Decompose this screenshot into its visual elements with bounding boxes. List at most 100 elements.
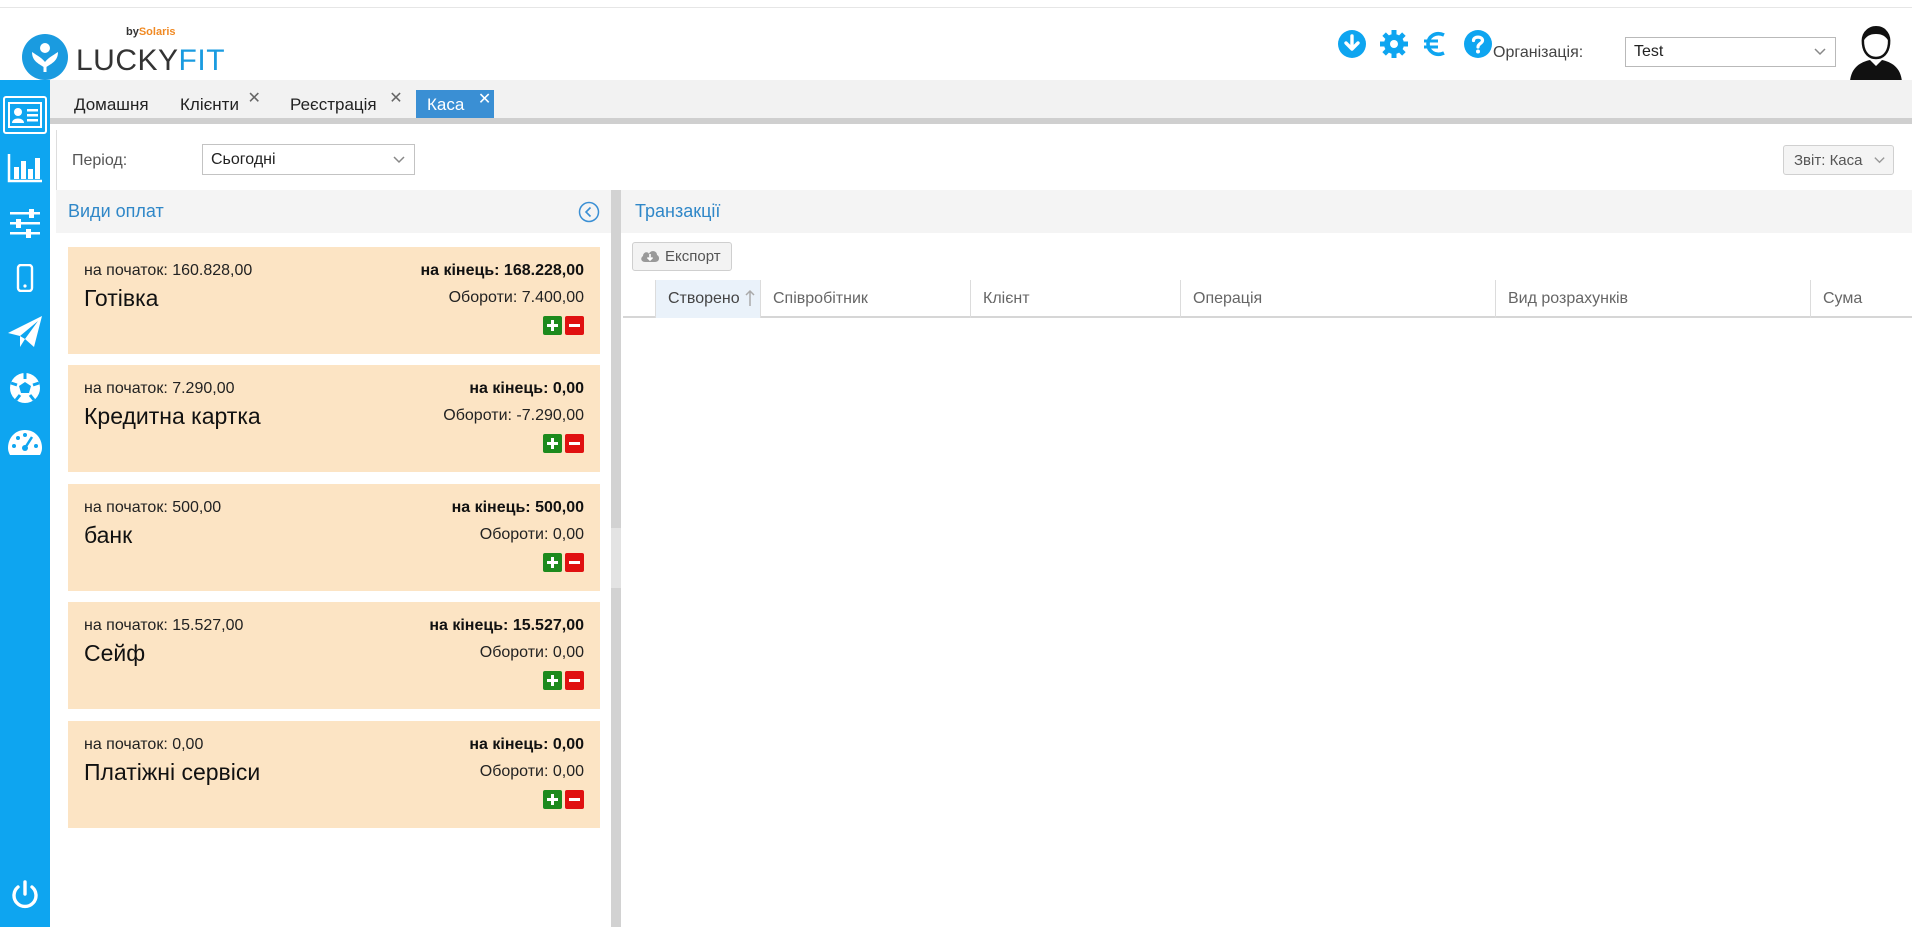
- user-avatar[interactable]: [1846, 22, 1906, 82]
- column-header-label: Вид розрахунків: [1508, 290, 1629, 307]
- column-header-label: Операція: [1193, 290, 1263, 307]
- plus-icon[interactable]: [543, 434, 562, 453]
- panel-title: Транзакції: [635, 201, 721, 221]
- gear-icon[interactable]: [1378, 28, 1410, 60]
- end-balance: на кінець: 168.228,00: [420, 262, 584, 279]
- start-balance: на початок: 0,00: [84, 736, 204, 753]
- collapse-left-icon[interactable]: [578, 201, 600, 228]
- tab-label: Каса: [427, 95, 465, 114]
- logo-mark: [22, 34, 68, 80]
- minus-icon[interactable]: [565, 553, 584, 572]
- tab-home[interactable]: Домашня: [74, 90, 149, 118]
- header-actions: [1336, 28, 1494, 62]
- payment-card-cash[interactable]: на початок: 160.828,00 Готівка на кінець…: [68, 247, 600, 354]
- ball-icon[interactable]: [0, 363, 50, 413]
- dashboard-icon[interactable]: [0, 417, 50, 467]
- payment-type-name: Кредитна картка: [84, 403, 261, 429]
- column-employee[interactable]: Співробітник: [760, 280, 970, 318]
- turnover: Обороти: 0,00: [479, 644, 584, 661]
- period-value: Сьогодні: [211, 151, 276, 168]
- payment-card-services[interactable]: на початок: 0,00 Платіжні сервіси на кін…: [68, 721, 600, 828]
- column-payment-method[interactable]: Вид розрахунків: [1495, 280, 1810, 318]
- panel-title: Види оплат: [68, 201, 164, 221]
- tab-clients[interactable]: Клієнти ✕: [180, 90, 261, 118]
- column-operation[interactable]: Операція: [1180, 280, 1495, 318]
- plus-icon[interactable]: [543, 553, 562, 572]
- report-label: Звіт: Каса: [1794, 152, 1863, 169]
- tab-label: Клієнти: [180, 95, 239, 114]
- plus-icon[interactable]: [543, 671, 562, 690]
- turnover: Обороти: 0,00: [479, 526, 584, 543]
- turnover: Обороти: 7.400,00: [448, 289, 584, 306]
- app-header: bySolaris LUCKYFIT Організація: Test: [0, 8, 1912, 82]
- download-icon[interactable]: [1336, 28, 1368, 60]
- tab-cashdesk[interactable]: Каса ✕: [416, 89, 495, 118]
- payment-card-safe[interactable]: на початок: 15.527,00 Сейф на кінець: 15…: [68, 602, 600, 709]
- start-balance: на початок: 15.527,00: [84, 617, 244, 634]
- end-balance: на кінець: 0,00: [469, 380, 584, 397]
- column-created[interactable]: Створено: [655, 280, 760, 318]
- export-button[interactable]: Експорт: [632, 242, 732, 271]
- minus-icon[interactable]: [565, 316, 584, 335]
- start-balance: на початок: 7.290,00: [84, 380, 235, 397]
- card-actions: [543, 790, 584, 809]
- splitter-handle[interactable]: [611, 528, 621, 588]
- turnover: Обороти: 0,00: [479, 763, 584, 780]
- plus-icon[interactable]: [543, 316, 562, 335]
- close-icon[interactable]: ✕: [389, 88, 402, 108]
- sliders-icon[interactable]: [0, 198, 50, 248]
- minus-icon[interactable]: [565, 434, 584, 453]
- end-balance: на кінець: 0,00: [469, 736, 584, 753]
- card-actions: [543, 671, 584, 690]
- minus-icon[interactable]: [565, 790, 584, 809]
- transactions-panel: Транзакції Експорт Створено Співробітник…: [621, 190, 1912, 927]
- start-balance: на початок: 160.828,00: [84, 262, 253, 279]
- tab-registration[interactable]: Реєстрація ✕: [290, 90, 403, 118]
- payment-card-credit[interactable]: на початок: 7.290,00 Кредитна картка на …: [68, 365, 600, 472]
- end-balance: на кінець: 500,00: [451, 499, 584, 516]
- minus-icon[interactable]: [565, 671, 584, 690]
- turnover: Обороти: -7.290,00: [443, 407, 584, 424]
- euro-icon[interactable]: [1420, 28, 1452, 60]
- period-label: Період:: [72, 152, 128, 169]
- column-amount[interactable]: Сума: [1810, 280, 1912, 318]
- transactions-grid-header: Створено Співробітник Клієнт Операція Ви…: [623, 280, 1912, 318]
- power-icon[interactable]: [0, 872, 50, 918]
- close-icon[interactable]: ✕: [478, 89, 491, 109]
- chevron-down-icon: [1813, 44, 1827, 63]
- bar-chart-icon[interactable]: [0, 143, 50, 193]
- close-icon[interactable]: ✕: [248, 88, 261, 108]
- help-icon[interactable]: [1462, 28, 1494, 60]
- organization-select[interactable]: Test: [1625, 37, 1836, 67]
- payment-card-bank[interactable]: на початок: 500,00 банк на кінець: 500,0…: [68, 484, 600, 591]
- period-select[interactable]: Сьогодні: [202, 144, 415, 175]
- chevron-down-icon: [392, 152, 406, 171]
- paper-plane-icon[interactable]: [0, 307, 50, 357]
- organization-label: Організація:: [1493, 44, 1584, 61]
- end-balance: на кінець: 15.527,00: [429, 617, 584, 634]
- report-dropdown[interactable]: Звіт: Каса: [1783, 145, 1894, 175]
- plus-icon[interactable]: [543, 790, 562, 809]
- mobile-icon[interactable]: [0, 253, 50, 303]
- logo-text: LUCKYFIT: [76, 44, 226, 77]
- column-client[interactable]: Клієнт: [970, 280, 1180, 318]
- chevron-down-icon: [1873, 153, 1886, 170]
- client-card-icon[interactable]: [0, 90, 50, 140]
- main-sidebar: [0, 80, 50, 927]
- start-balance: на початок: 500,00: [84, 499, 222, 516]
- card-actions: [543, 434, 584, 453]
- payment-type-name: Платіжні сервіси: [84, 759, 261, 785]
- sort-ascending-icon: [744, 289, 756, 312]
- row-select-column: [623, 280, 655, 318]
- tab-label: Реєстрація: [290, 95, 377, 114]
- tab-label: Домашня: [74, 95, 149, 114]
- organization-value: Test: [1634, 43, 1664, 60]
- column-header-label: Сума: [1823, 290, 1863, 307]
- app-logo[interactable]: bySolaris LUCKYFIT: [22, 26, 225, 80]
- card-actions: [543, 316, 584, 335]
- column-header-label: Співробітник: [773, 290, 868, 307]
- tab-bar: Домашня Клієнти ✕ Реєстрація ✕ Каса ✕: [50, 80, 1912, 124]
- panel-header: Види оплат: [56, 190, 611, 233]
- column-header-label: Створено: [668, 290, 740, 307]
- column-header-label: Клієнт: [983, 290, 1030, 307]
